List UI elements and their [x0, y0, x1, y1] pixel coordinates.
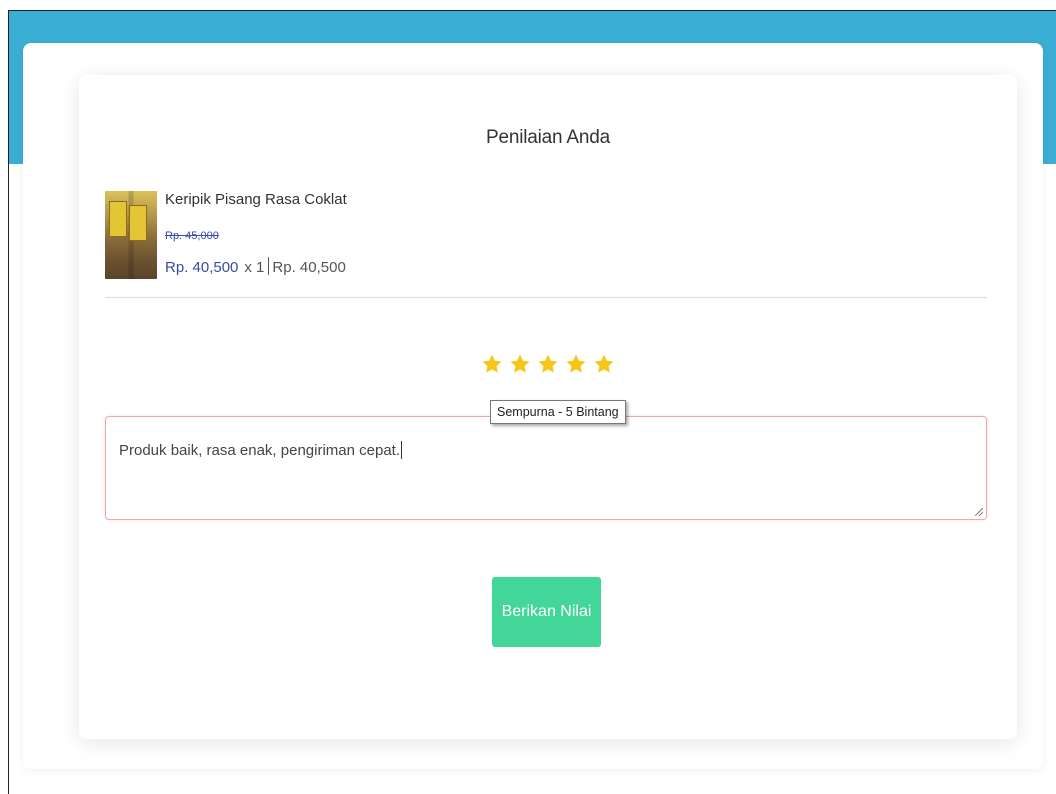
divider	[105, 297, 987, 298]
star-icon[interactable]	[537, 353, 559, 375]
price-separator	[268, 257, 270, 275]
unit-price: Rp. 40,500	[165, 259, 239, 276]
page-title: Penilaian Anda	[486, 127, 610, 148]
star-icon[interactable]	[593, 353, 615, 375]
star-icon[interactable]	[481, 353, 503, 375]
original-price: Rp. 45,000	[165, 230, 219, 242]
product-name: Keripik Pisang Rasa Coklat	[165, 191, 347, 208]
text-caret	[401, 441, 402, 459]
browser-viewport: Penilaian Anda Keripik Pisang Rasa Cokla…	[8, 10, 1056, 794]
product-image-detail	[129, 205, 147, 241]
review-card: Penilaian Anda Keripik Pisang Rasa Cokla…	[79, 75, 1017, 739]
rating-tooltip: Sempurna - 5 Bintang	[490, 400, 626, 424]
star-icon[interactable]	[509, 353, 531, 375]
product-image-detail	[109, 201, 127, 237]
review-text: Produk baik, rasa enak, pengiriman cepat…	[119, 442, 400, 459]
product-thumbnail	[105, 191, 157, 279]
quantity: x 1	[244, 259, 265, 276]
review-textarea[interactable]: Produk baik, rasa enak, pengiriman cepat…	[105, 416, 987, 520]
star-rating	[79, 353, 1017, 375]
resize-handle-icon[interactable]	[975, 508, 983, 516]
total-price: Rp. 40,500	[272, 259, 346, 276]
outer-card: Penilaian Anda Keripik Pisang Rasa Cokla…	[23, 43, 1043, 769]
star-icon[interactable]	[565, 353, 587, 375]
submit-rating-button[interactable]: Berikan Nilai	[492, 577, 601, 647]
product-summary: Keripik Pisang Rasa Coklat Rp. 45,000 Rp…	[105, 187, 987, 297]
price-row: Rp. 40,500 x 1 Rp. 40,500	[165, 257, 346, 276]
